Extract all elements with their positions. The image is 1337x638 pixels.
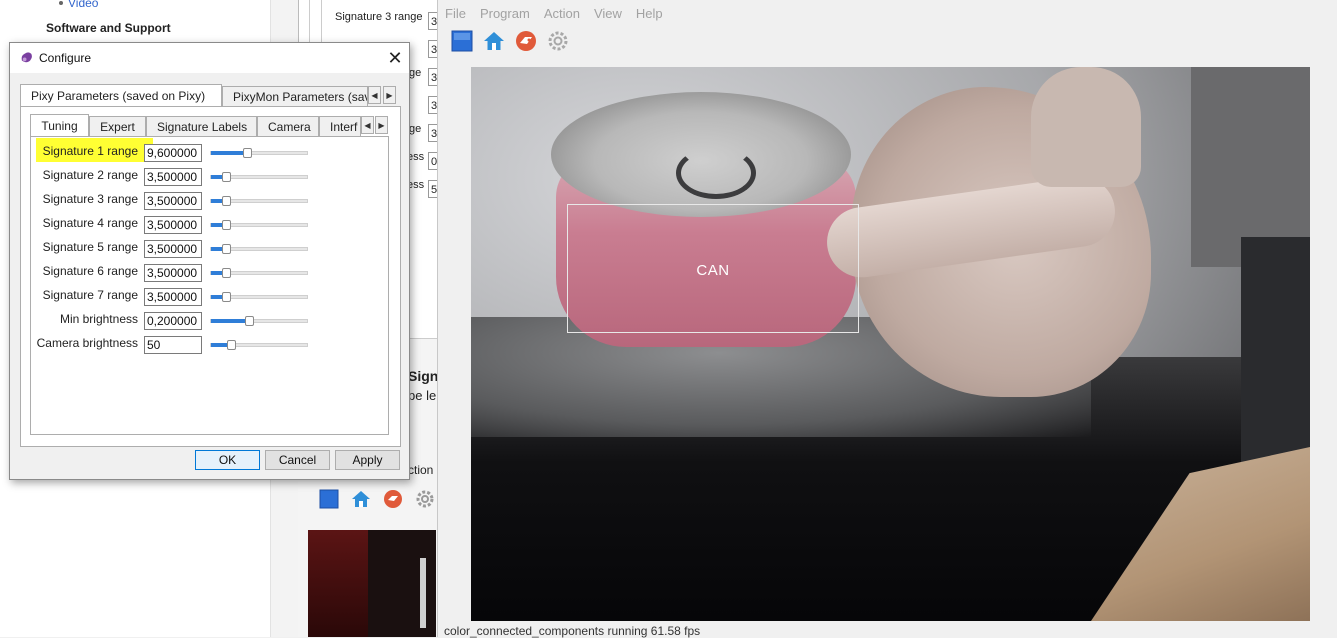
param-input[interactable]: 0,200000 [144, 312, 202, 330]
menu-view[interactable]: View [587, 4, 629, 24]
tab-signature-labels[interactable]: Signature Labels [146, 116, 257, 136]
cancel-button[interactable]: Cancel [265, 450, 330, 470]
slider-fill [211, 151, 247, 155]
home-button[interactable] [482, 29, 506, 53]
inner-tab-scroll-right-icon[interactable]: ▶ [375, 116, 388, 134]
run-icon [451, 30, 473, 52]
param-slider[interactable] [210, 268, 308, 278]
param-label: Signature 5 range [42, 240, 138, 254]
software-support-heading: Software and Support [46, 21, 171, 35]
menu-bar: File Program Action View Help [438, 4, 670, 24]
pixymon-main-window: File Program Action View Help CAN color_… [437, 0, 1337, 638]
close-button[interactable]: ✕ [384, 47, 406, 69]
tab-camera[interactable]: Camera [257, 116, 319, 136]
param-slider[interactable] [210, 172, 308, 182]
dialog-title: Configure [39, 51, 92, 65]
video-link[interactable]: Video [68, 0, 98, 10]
detection-label: CAN [696, 262, 730, 279]
toolbar [450, 28, 570, 54]
param-input[interactable]: 3,500000 [144, 240, 202, 258]
video-view[interactable]: CAN [471, 67, 1310, 621]
menu-help[interactable]: Help [629, 4, 670, 24]
stop-icon[interactable] [382, 488, 404, 510]
param-slider[interactable] [210, 244, 308, 254]
bg-toolbar [318, 488, 436, 510]
bg-video-thumb [308, 530, 436, 637]
pixy-app-icon [21, 52, 32, 63]
param-label: Signature 7 range [42, 288, 138, 302]
param-input[interactable]: 50 [144, 336, 202, 354]
slider-thumb[interactable] [222, 172, 232, 182]
slider-thumb[interactable] [222, 268, 232, 278]
stop-button[interactable] [514, 29, 538, 53]
bullet-icon [59, 1, 63, 5]
inner-tab-scroll-left-icon[interactable]: ◀ [361, 116, 374, 134]
apply-button[interactable]: Apply [335, 450, 400, 470]
gear-icon[interactable] [414, 488, 436, 510]
ok-button[interactable]: OK [195, 450, 260, 470]
slider-fill [211, 319, 250, 323]
menu-file[interactable]: File [438, 4, 473, 24]
menu-program[interactable]: Program [473, 4, 537, 24]
param-label: Signature 6 range [42, 264, 138, 278]
param-slider[interactable] [210, 340, 308, 350]
outer-tab-strip: Pixy Parameters (saved on Pixy) PixyMon … [20, 84, 368, 106]
param-label: Signature 4 range [42, 216, 138, 230]
action-fragment: ction [408, 463, 434, 477]
tab-pixy-parameters[interactable]: Pixy Parameters (saved on Pixy) [20, 84, 222, 106]
sign-heading: Sign [408, 368, 439, 384]
dialog-titlebar[interactable]: Configure ✕ [10, 43, 409, 73]
bg-row-label: ge [409, 67, 422, 79]
run-icon[interactable] [318, 488, 340, 510]
slider-thumb[interactable] [227, 340, 237, 350]
tab-interface[interactable]: Interf [319, 116, 361, 136]
param-label: Min brightness [59, 312, 138, 326]
home-icon [484, 32, 504, 50]
bg-row-label: Signature 3 range [335, 11, 423, 23]
param-input[interactable]: 3,500000 [144, 168, 202, 186]
param-input[interactable]: 3,500000 [144, 216, 202, 234]
tab-pixymon-parameters[interactable]: PixyMon Parameters (sav [222, 86, 368, 106]
param-slider[interactable] [210, 196, 308, 206]
param-input[interactable]: 9,600000 [144, 144, 202, 162]
slider-thumb[interactable] [222, 196, 232, 206]
detection-box: CAN [567, 204, 859, 333]
slider-thumb[interactable] [222, 220, 232, 230]
outer-tab-scroll-left-icon[interactable]: ◀ [368, 86, 381, 104]
status-bar: color_connected_components running 61.58… [444, 624, 701, 638]
param-input[interactable]: 3,500000 [144, 264, 202, 282]
param-label: Camera brightness [36, 336, 138, 350]
param-slider[interactable] [210, 316, 308, 326]
configure-button[interactable] [546, 29, 570, 53]
param-label: Signature 3 range [42, 192, 138, 206]
param-label: Signature 2 range [42, 168, 138, 182]
slider-thumb[interactable] [222, 244, 232, 254]
stop-icon [516, 31, 536, 51]
slider-thumb[interactable] [245, 316, 255, 326]
gear-icon [548, 31, 568, 51]
configure-dialog: Configure ✕ Pixy Parameters (saved on Pi… [9, 42, 410, 480]
param-slider[interactable] [210, 220, 308, 230]
tab-expert[interactable]: Expert [89, 116, 146, 136]
param-label: Signature 1 range [42, 144, 138, 158]
tab-tuning[interactable]: Tuning [30, 114, 89, 136]
param-input[interactable]: 3,500000 [144, 288, 202, 306]
param-input[interactable]: 3,500000 [144, 192, 202, 210]
slider-thumb[interactable] [222, 292, 232, 302]
outer-tab-scroll-right-icon[interactable]: ▶ [383, 86, 396, 104]
run-button[interactable] [450, 29, 474, 53]
slider-thumb[interactable] [242, 148, 252, 158]
home-icon[interactable] [350, 488, 372, 510]
param-slider[interactable] [210, 292, 308, 302]
menu-action[interactable]: Action [537, 4, 587, 24]
param-slider[interactable] [210, 148, 308, 158]
bg-row-label: ge [409, 123, 422, 135]
sign-text: pe le [408, 388, 437, 403]
inner-tab-strip: Tuning Expert Signature Labels Camera In… [30, 114, 361, 136]
